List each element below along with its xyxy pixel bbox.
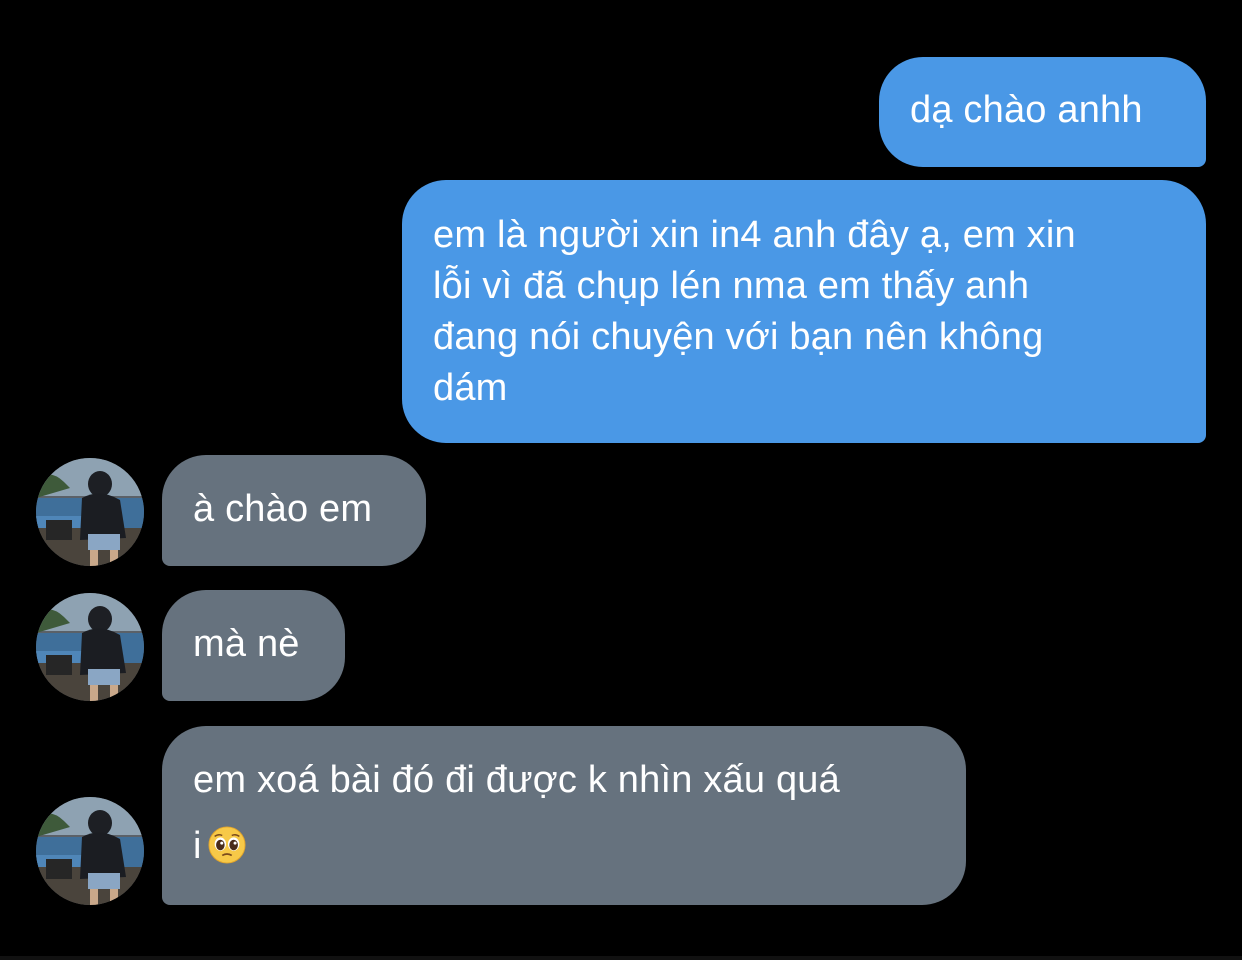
message-text-line: dám	[433, 367, 508, 409]
outgoing-message-bubble[interactable]: em là người xin in4 anh đây ạ, em xin lỗ…	[402, 180, 1206, 443]
message-text: à chào em	[193, 488, 373, 530]
contact-avatar[interactable]	[36, 593, 144, 701]
incoming-message-bubble[interactable]: à chào em	[162, 455, 426, 566]
message-text-line: em xoá bài đó đi được k nhìn xấu quá	[193, 759, 840, 801]
contact-avatar[interactable]	[36, 797, 144, 905]
pleading-face-emoji	[208, 826, 246, 864]
message-text: dạ chào anhh	[910, 89, 1143, 131]
contact-avatar[interactable]	[36, 458, 144, 566]
message-text-line: em là người xin in4 anh đây ạ, em xin	[433, 214, 1076, 256]
contact-avatar-image	[36, 593, 144, 701]
message-text-line: i	[193, 814, 936, 878]
message-text-line: lỗi vì đã chụp lén nma em thấy anh	[433, 265, 1030, 307]
incoming-message-bubble[interactable]: mà nè	[162, 590, 345, 701]
contact-avatar-image	[36, 797, 144, 905]
incoming-message-bubble[interactable]: em xoá bài đó đi được k nhìn xấu quá i	[162, 726, 966, 905]
contact-avatar-image	[36, 458, 144, 566]
outgoing-message-bubble[interactable]: dạ chào anhh	[879, 57, 1206, 167]
message-text-fragment: i	[193, 825, 202, 867]
message-text: mà nè	[193, 623, 300, 665]
bottom-divider	[0, 956, 1242, 960]
message-text-line: đang nói chuyện với bạn nên không	[433, 316, 1044, 358]
